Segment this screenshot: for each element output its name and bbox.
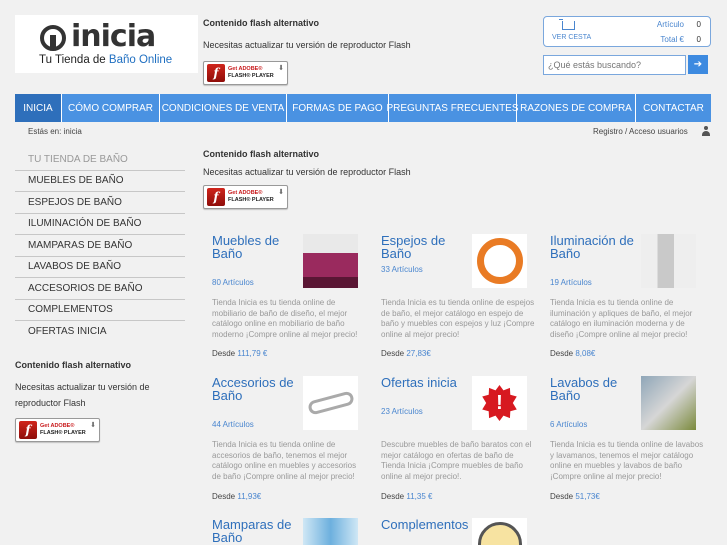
breadcrumb-current[interactable]: inicia [64,127,82,136]
view-cart-link[interactable]: VER CESTA [552,34,591,41]
sidebar-flash-text-2: reproductor Flash [15,398,86,408]
nav-item-como-comprar[interactable]: CÓMO COMPRAR [62,94,160,122]
user-icon[interactable] [701,126,711,136]
exclamation-icon: ! [482,385,517,421]
product-price-ofertas: Desde 11,35 € [381,492,433,501]
download-arrow-icon: ⬇ [90,422,96,429]
download-arrow-icon: ⬇ [278,189,284,196]
sidebar-item-muebles[interactable]: MUEBLES DE BAÑO [15,171,185,192]
clock-icon [477,522,522,545]
product-image-complementos[interactable] [472,518,527,545]
product-count-muebles: 80 Artículos [212,278,254,287]
sidebar-item-lavabos[interactable]: LAVABOS DE BAÑO [15,257,185,278]
product-count-lavabos: 6 Artículos [550,420,588,429]
logo-tagline: Tu Tienda de Baño Online [39,54,173,66]
cart-widget[interactable]: VER CESTA Artículo 0 Total € 0 [543,16,711,47]
product-title-complementos[interactable]: Complementos [381,518,473,531]
product-price-iluminacion: Desde 8,08€ [550,349,596,358]
sidebar-item-mamparas[interactable]: MAMPARAS DE BAÑO [15,235,185,257]
flash-logo-icon: f [207,188,225,206]
nav-item-razones[interactable]: RAZONES DE COMPRA [517,94,636,122]
main-get-flash-button[interactable]: f Get ADOBE® FLASH® PLAYER ⬇ [203,185,288,209]
product-count-espejos: 33 Artículos [381,265,423,274]
flash-logo-icon: f [207,64,225,82]
product-image-muebles[interactable] [303,234,358,288]
cart-articles-value: 0 [696,20,701,29]
download-arrow-icon: ⬇ [278,65,284,72]
product-title-espejos[interactable]: Espejos de Baño [381,234,477,260]
product-title-muebles[interactable]: Muebles de Baño [212,234,304,260]
product-desc-muebles: Tienda Inicia es tu tienda online de mob… [212,298,358,339]
nav-item-contactar[interactable]: CONTACTAR [636,94,711,122]
search-button[interactable]: ➔ [688,55,708,74]
main-flash-title: Contenido flash alternativo [203,149,320,159]
cart-total-label: Total € [660,35,684,44]
nav-item-condiciones[interactable]: CONDICIONES DE VENTA [160,94,287,122]
main-nav: INICIA CÓMO COMPRAR CONDICIONES DE VENTA… [15,94,711,122]
search-input[interactable] [543,55,686,75]
product-count-iluminacion: 19 Artículos [550,278,592,287]
logo-word: inicia [71,19,156,54]
product-image-iluminacion[interactable] [641,234,696,288]
nav-item-inicia[interactable]: INICIA [15,94,62,122]
product-image-ofertas[interactable]: ! [472,376,527,430]
main-flash-text: Necesitas actualizar tu versión de repro… [203,167,411,177]
product-title-mamparas[interactable]: Mamparas de Baño [212,518,304,544]
breadcrumb: Estás en: inicia [28,127,82,136]
account-link[interactable]: Registro / Acceso usuarios [593,127,688,136]
product-count-accesorios: 44 Artículos [212,420,254,429]
arrow-right-icon: ➔ [693,59,703,70]
sidebar-flash-text-1: Necesitas actualizar tu versión de [15,382,150,392]
nav-item-formas-pago[interactable]: FORMAS DE PAGO [287,94,389,122]
cart-total-value: 0 [696,35,701,44]
product-price-muebles: Desde 111,79 € [212,349,268,358]
product-image-accesorios[interactable] [303,376,358,430]
site-logo[interactable]: inicia Tu Tienda de Baño Online [15,15,198,73]
product-desc-ofertas: Descubre muebles de baño baratos con el … [381,440,532,481]
product-image-lavabos[interactable] [641,376,696,430]
sidebar-item-iluminacion[interactable]: ILUMINACIÓN DE BAÑO [15,214,185,235]
header-flash-title: Contenido flash alternativo [203,18,320,28]
cart-icon [559,19,575,30]
product-desc-accesorios: Tienda Inicia es tu tienda online de acc… [212,440,357,481]
logo-mark-icon [40,25,66,51]
sidebar-item-espejos[interactable]: ESPEJOS DE BAÑO [15,192,185,214]
product-title-lavabos[interactable]: Lavabos de Baño [550,376,642,402]
flash-logo-icon: f [19,421,37,439]
sidebar-item-tu-tienda[interactable]: TU TIENDA DE BAÑO [15,149,185,171]
product-count-ofertas: 23 Artículos [381,407,423,416]
product-title-iluminacion[interactable]: Iluminación de Baño [550,234,642,260]
sidebar-get-flash-button[interactable]: f Get ADOBE® FLASH® PLAYER ⬇ [15,418,100,442]
product-title-ofertas[interactable]: Ofertas inicia [381,376,473,389]
product-desc-lavabos: Tienda Inicia es tu tienda online de lav… [550,440,704,481]
sidebar-item-ofertas[interactable]: OFERTAS INICIA [15,321,185,343]
cart-articles-label: Artículo [656,20,684,29]
product-image-mamparas[interactable] [303,518,358,545]
product-desc-espejos: Tienda Inicia es tu tienda online de esp… [381,298,535,339]
product-price-espejos: Desde 27,83€ [381,349,431,358]
product-price-accesorios: Desde 11,93€ [212,492,262,501]
product-price-lavabos: Desde 51,73€ [550,492,600,501]
header-get-flash-button[interactable]: f Get ADOBE® FLASH® PLAYER ⬇ [203,61,288,85]
sidebar-item-complementos[interactable]: COMPLEMENTOS [15,300,185,321]
header-flash-text: Necesitas actualizar tu versión de repro… [203,40,411,50]
sidebar-categories: TU TIENDA DE BAÑO MUEBLES DE BAÑO ESPEJO… [15,149,185,343]
product-title-accesorios[interactable]: Accesorios de Baño [212,376,304,402]
product-image-espejos[interactable] [472,234,527,288]
sidebar-flash-title: Contenido flash alternativo [15,360,132,370]
sidebar-item-accesorios[interactable]: ACCESORIOS DE BAÑO [15,278,185,300]
product-desc-iluminacion: Tienda Inicia es tu tienda online de ilu… [550,298,693,339]
nav-item-preguntas[interactable]: PREGUNTAS FRECUENTES [386,94,519,122]
